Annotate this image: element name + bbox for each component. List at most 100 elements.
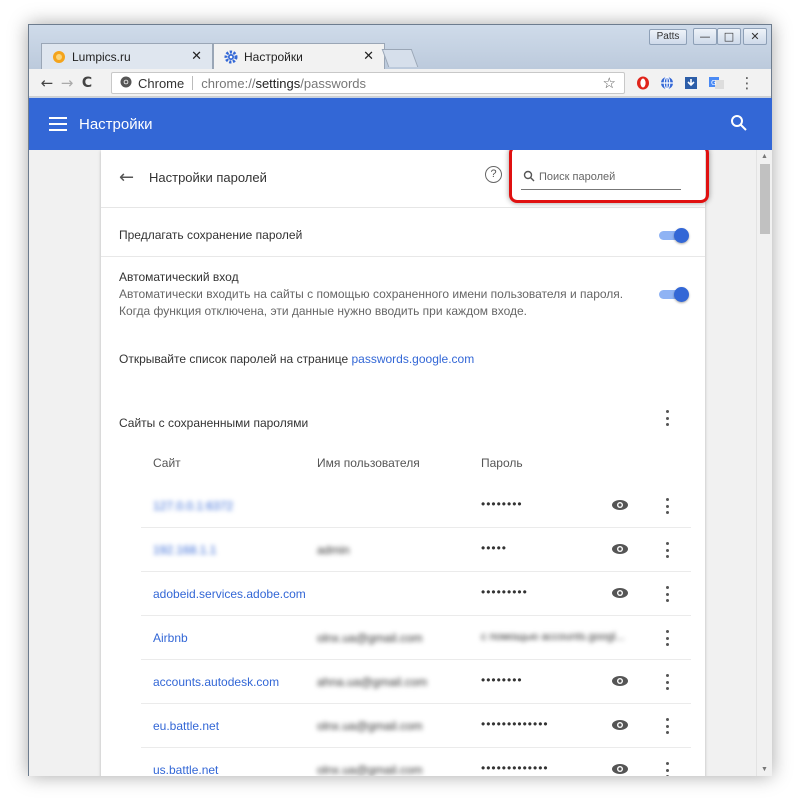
app-title: Настройки [79, 115, 153, 133]
scrollbar-thumb[interactable] [760, 164, 770, 234]
tab-close-icon[interactable]: ✕ [191, 49, 202, 64]
lumpics-icon [52, 50, 66, 64]
minimize-button[interactable]: — [693, 28, 717, 45]
show-password-eye-icon[interactable] [611, 586, 629, 600]
url-host: settings [255, 75, 301, 91]
saved-passwords-title-text: Сайты с сохраненными паролями [119, 416, 309, 430]
url-prefix: chrome:// [201, 75, 256, 91]
hamburger-menu-icon[interactable] [49, 117, 67, 131]
show-password-eye-icon[interactable] [611, 498, 629, 512]
passwords-card: ← Настройки паролей ? Предлагать сохране… [101, 150, 709, 776]
forward-button[interactable]: → [57, 73, 77, 93]
offer-save-toggle[interactable] [659, 228, 689, 243]
password-value: ••••• [481, 541, 508, 555]
show-password-eye-icon[interactable] [611, 674, 629, 688]
show-password-eye-icon[interactable] [611, 718, 629, 732]
row-menu-icon[interactable] [664, 718, 670, 734]
row-menu-icon[interactable] [664, 498, 670, 514]
browser-window: Patts — □ ✕ Lumpics.ru ✕ Настройки ✕ ← →… [28, 24, 772, 776]
password-value: •••••••• [481, 497, 523, 511]
column-username: Имя пользователя [317, 456, 420, 470]
password-row: Airbnb olnx.ua@gmail.com с помощью account… [141, 616, 691, 660]
auto-signin-row: Автоматический вход Автоматически входит… [119, 269, 689, 320]
scroll-up-icon[interactable]: ▲ [761, 153, 768, 160]
chrome-icon [120, 76, 132, 91]
username-value: olnx.ua@gmail.com [317, 631, 423, 645]
row-menu-icon[interactable] [664, 674, 670, 690]
toolbar: ← → C Chrome chrome://settings/passwords… [29, 69, 771, 97]
offer-save-row: Предлагать сохранение паролей [119, 228, 689, 242]
offer-save-label: Предлагать сохранение паролей [119, 228, 303, 242]
password-row: adobeid.services.adobe.com ••••••••• [141, 572, 691, 616]
site-link[interactable]: us.battle.net [153, 763, 218, 776]
auto-signin-label: Автоматический вход [119, 270, 239, 284]
scroll-down-icon[interactable]: ▼ [761, 766, 768, 773]
row-menu-icon[interactable] [664, 542, 670, 558]
svg-text:G: G [711, 79, 716, 87]
tab-lumpics[interactable]: Lumpics.ru ✕ [41, 43, 213, 69]
gear-icon [224, 50, 238, 64]
tab-settings[interactable]: Настройки ✕ [213, 43, 385, 69]
google-passwords-text: Открывайте список паролей на странице [119, 352, 352, 366]
password-value: ••••••••••••• [481, 761, 549, 775]
site-link[interactable]: eu.battle.net [153, 719, 219, 733]
password-row: accounts.autodesk.com ahna.ua@gmail.com ••… [141, 660, 691, 704]
address-bar[interactable]: Chrome chrome://settings/passwords ☆ [111, 72, 625, 94]
back-button[interactable]: ← [37, 73, 57, 93]
tab-label: Lumpics.ru [72, 49, 131, 64]
tab-label: Настройки [244, 49, 303, 64]
row-menu-icon[interactable] [664, 586, 670, 602]
passwords-header: ← Настройки паролей ? [101, 150, 709, 208]
password-value: •••••••• [481, 673, 523, 687]
password-value: ••••••••••••• [481, 717, 549, 731]
password-value: с помощью accounts.googl... [481, 631, 625, 643]
username-value: olnx.ua@gmail.com [317, 719, 423, 733]
saved-passwords-menu-icon[interactable] [664, 410, 670, 426]
reload-button[interactable]: C [77, 73, 97, 93]
site-link[interactable]: Airbnb [153, 631, 188, 645]
password-row: 127.0.0.1:6372 •••••••• [141, 484, 691, 528]
row-menu-icon[interactable] [664, 630, 670, 646]
auto-signin-toggle[interactable] [659, 287, 689, 302]
row-menu-icon[interactable] [664, 762, 670, 776]
saved-passwords-title: Сайты с сохраненными паролями [119, 416, 689, 430]
url-text: chrome://settings/passwords [201, 76, 366, 91]
help-icon[interactable]: ? [485, 166, 502, 183]
google-passwords-link[interactable]: passwords.google.com [351, 352, 474, 366]
chrome-label: Chrome [138, 75, 185, 91]
opera-icon[interactable] [635, 75, 651, 91]
divider [101, 256, 705, 257]
site-link[interactable]: 127.0.0.1:6372 [153, 499, 233, 513]
site-link[interactable]: adobeid.services.adobe.com [153, 587, 306, 601]
settings-app-bar: Настройки [29, 98, 772, 150]
username-value: admin [317, 543, 350, 557]
back-arrow-icon[interactable]: ← [119, 167, 134, 188]
bookmark-star-icon[interactable]: ☆ [603, 74, 616, 92]
auto-signin-desc-1: Автоматически входить на сайты с помощью… [119, 287, 624, 301]
tab-close-icon[interactable]: ✕ [363, 49, 374, 64]
download-extension-icon[interactable] [683, 75, 699, 91]
maximize-button[interactable]: □ [717, 28, 741, 45]
password-row: 192.168.1.1 admin ••••• [141, 528, 691, 572]
profile-badge[interactable]: Patts [649, 29, 687, 45]
search-highlight-frame [509, 150, 709, 203]
omnibox-separator [192, 76, 194, 90]
google-passwords-row: Открывайте список паролей на странице pa… [119, 352, 689, 366]
username-value: olnx.ua@gmail.com [317, 763, 423, 776]
column-site: Сайт [153, 456, 181, 470]
site-link[interactable]: accounts.autodesk.com [153, 675, 279, 689]
show-password-eye-icon[interactable] [611, 542, 629, 556]
search-icon[interactable] [730, 114, 748, 132]
url-path: /passwords [300, 75, 366, 91]
translate-extension-icon[interactable]: G [709, 75, 725, 91]
scrollbar[interactable]: ▲ ▼ [756, 150, 772, 776]
page-title: Настройки паролей [149, 170, 267, 185]
settings-content: ← Настройки паролей ? Предлагать сохране… [29, 150, 772, 776]
auto-signin-desc-2: Когда функция отключена, эти данные нужн… [119, 304, 527, 318]
show-password-eye-icon[interactable] [611, 762, 629, 776]
site-link[interactable]: 192.168.1.1 [153, 543, 216, 557]
new-tab-button[interactable] [381, 49, 419, 67]
globe-extension-icon[interactable] [659, 75, 675, 91]
menu-kebab-icon[interactable]: ⋮ [739, 75, 755, 92]
close-window-button[interactable]: ✕ [743, 28, 767, 45]
